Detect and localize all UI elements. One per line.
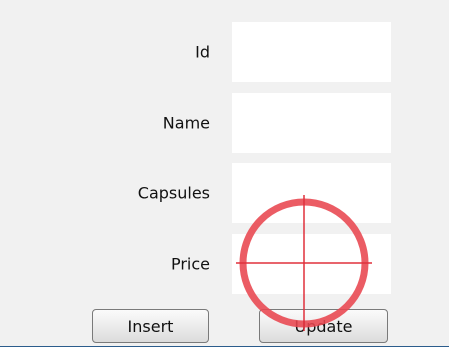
- window-bottom-border: [0, 346, 449, 347]
- form-row-price: Price: [0, 234, 400, 294]
- id-field[interactable]: [232, 22, 391, 82]
- capsules-label: Capsules: [137, 183, 210, 203]
- form-row-capsules: Capsules: [0, 163, 400, 223]
- insert-button[interactable]: Insert: [92, 309, 209, 343]
- form-row-name: Name: [0, 93, 400, 153]
- name-label: Name: [162, 113, 210, 133]
- name-field[interactable]: [232, 93, 391, 153]
- form-row-id: Id: [0, 22, 400, 82]
- price-field[interactable]: [232, 234, 391, 294]
- id-label: Id: [195, 42, 210, 62]
- capsules-field[interactable]: [232, 163, 391, 223]
- price-label: Price: [170, 254, 210, 274]
- update-button[interactable]: Update: [259, 309, 388, 343]
- form-panel: Id Name Capsules Price Insert Update: [0, 0, 449, 346]
